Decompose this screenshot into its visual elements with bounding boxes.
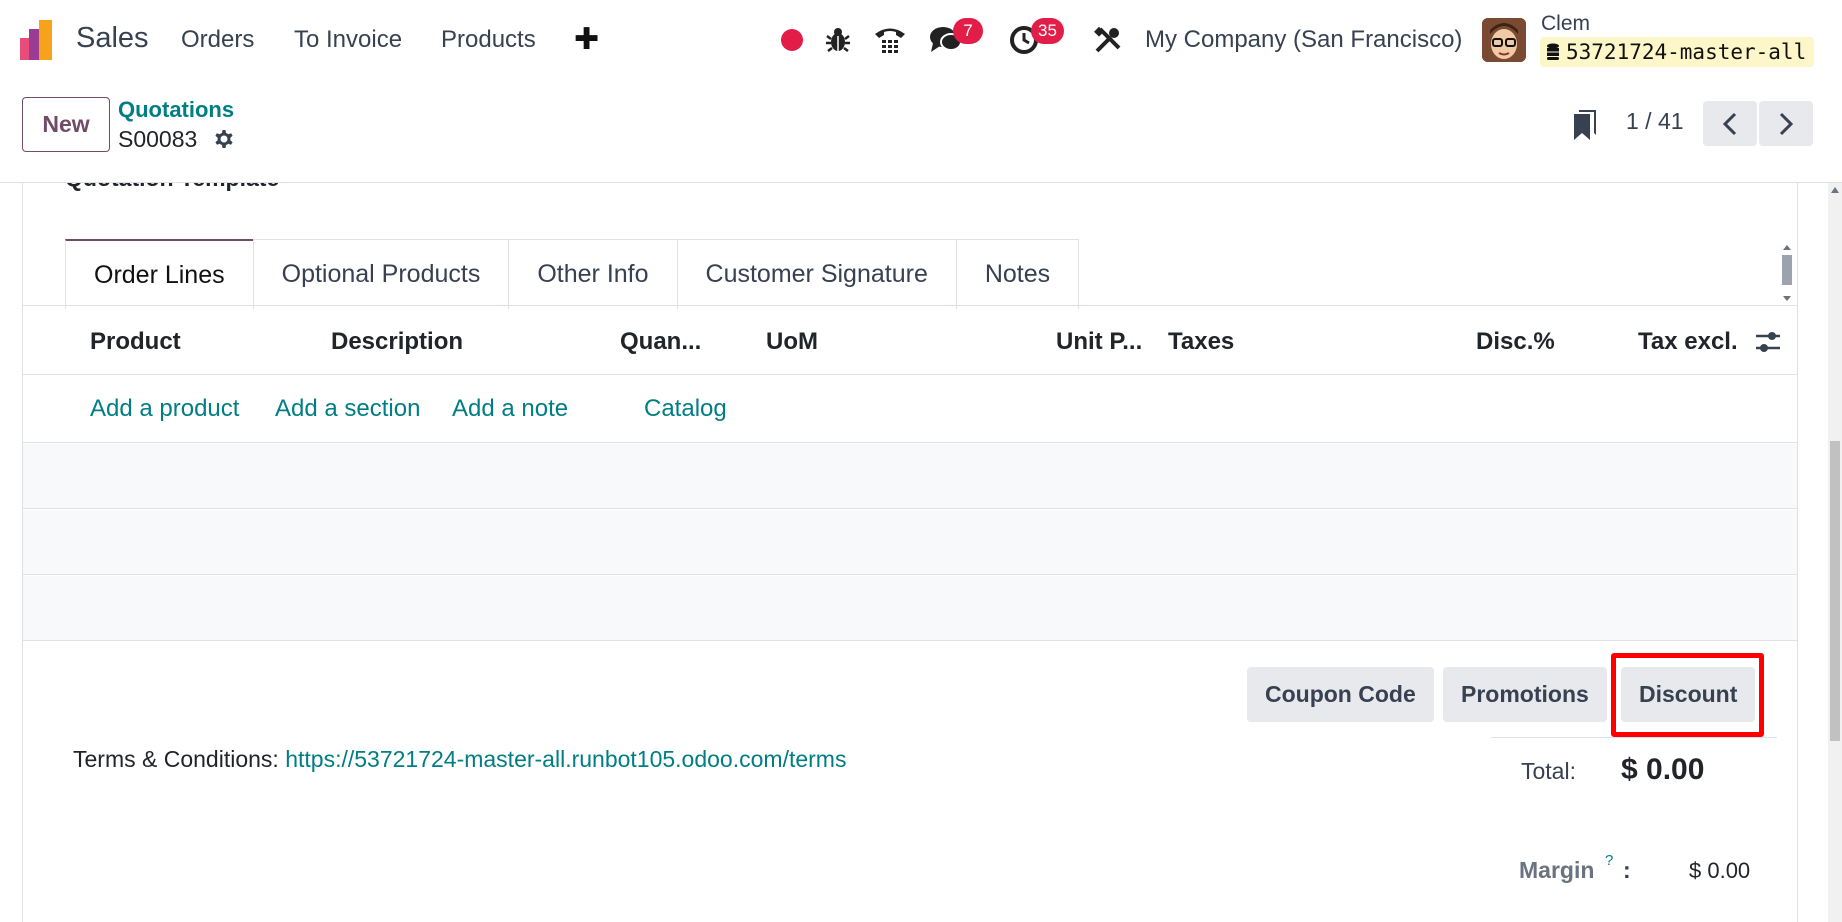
top-navbar: Sales Orders To Invoice Products ✚ 7 35 … [0, 0, 1842, 80]
menu-products[interactable]: Products [441, 26, 536, 54]
pager-next-button[interactable] [1759, 101, 1813, 146]
tab-other-info[interactable]: Other Info [508, 239, 678, 309]
user-name[interactable]: Clem [1541, 12, 1590, 36]
column-description[interactable]: Description [331, 328, 463, 356]
company-switcher[interactable]: My Company (San Francisco) [1145, 26, 1462, 54]
notebook-tabs: Order Lines Optional Products Other Info… [65, 239, 1080, 309]
tab-notes[interactable]: Notes [955, 239, 1080, 309]
tab-optional-products[interactable]: Optional Products [252, 239, 510, 309]
database-icon [1547, 43, 1559, 60]
activity-badge: 35 [1031, 18, 1064, 44]
record-name: S00083 [118, 126, 198, 152]
add-note-link[interactable]: Add a note [452, 395, 568, 423]
empty-row [23, 510, 1797, 575]
column-product[interactable]: Product [90, 328, 181, 356]
margin-value: $ 0.00 [1689, 858, 1751, 883]
tabs-scrollbar[interactable] [1780, 243, 1794, 303]
breadcrumb-quotations[interactable]: Quotations [118, 97, 234, 123]
promotions-button[interactable]: Promotions [1443, 667, 1607, 722]
column-discount[interactable]: Disc.% [1476, 328, 1555, 356]
gear-icon[interactable] [212, 127, 236, 151]
bookmark-icon[interactable] [1570, 108, 1600, 142]
catalog-link[interactable]: Catalog [644, 395, 727, 423]
margin-help-icon[interactable]: ? [1605, 852, 1613, 869]
terms-and-conditions: Terms & Conditions: https://53721724-mas… [73, 746, 846, 773]
chevron-left-icon [1722, 112, 1737, 135]
record-dot-icon[interactable] [774, 22, 810, 58]
phone-icon[interactable] [872, 22, 908, 58]
total-value: $ 0.00 [1621, 753, 1705, 786]
margin-colon: : [1623, 857, 1631, 883]
form-sheet: Quotation Template Order Lines Optional … [22, 183, 1798, 922]
margin-label: Margin [1519, 857, 1595, 883]
bug-icon[interactable] [820, 22, 856, 58]
tab-customer-signature[interactable]: Customer Signature [676, 239, 957, 309]
terms-link[interactable]: https://53721724-master-all.runbot105.od… [285, 746, 846, 772]
quotation-template-label: Quotation Template [65, 183, 279, 192]
column-unit-price[interactable]: Unit P... [1056, 328, 1142, 356]
order-lines-header: Product Description Quan... UoM Unit P..… [23, 306, 1797, 375]
optional-columns-icon[interactable] [1755, 330, 1781, 354]
coupon-code-button[interactable]: Coupon Code [1247, 667, 1434, 722]
column-uom[interactable]: UoM [766, 328, 818, 356]
page-scrollbar[interactable] [1828, 183, 1842, 922]
empty-row [23, 444, 1797, 509]
total-label: Total: [1521, 758, 1576, 784]
user-avatar[interactable] [1482, 18, 1526, 62]
terms-label: Terms & Conditions: [73, 746, 279, 772]
database-chip: 53721724-master-all [1540, 37, 1815, 67]
column-quantity[interactable]: Quan... [620, 328, 701, 356]
add-section-link[interactable]: Add a section [275, 395, 420, 423]
pager-previous-button[interactable] [1703, 101, 1757, 146]
tab-order-lines[interactable]: Order Lines [65, 239, 254, 309]
database-name: 53721724-master-all [1566, 40, 1807, 64]
pager-value[interactable]: 1 / 41 [1626, 108, 1684, 135]
add-menu-icon[interactable]: ✚ [574, 22, 599, 57]
chevron-right-icon [1779, 112, 1794, 135]
chat-badge: 7 [953, 18, 983, 44]
app-name[interactable]: Sales [76, 22, 149, 55]
tools-icon[interactable] [1090, 22, 1126, 58]
add-line-row: Add a product Add a section Add a note C… [23, 375, 1797, 443]
menu-orders[interactable]: Orders [181, 26, 254, 54]
empty-row [23, 576, 1797, 641]
sales-app-logo-icon[interactable] [20, 20, 60, 60]
new-button[interactable]: New [22, 97, 110, 152]
menu-to-invoice[interactable]: To Invoice [294, 26, 402, 54]
totals-divider [1491, 737, 1777, 738]
column-tax-excluded[interactable]: Tax excl. [1638, 328, 1738, 356]
add-product-link[interactable]: Add a product [90, 395, 239, 423]
column-taxes[interactable]: Taxes [1168, 328, 1234, 356]
discount-highlight-box [1611, 653, 1764, 737]
